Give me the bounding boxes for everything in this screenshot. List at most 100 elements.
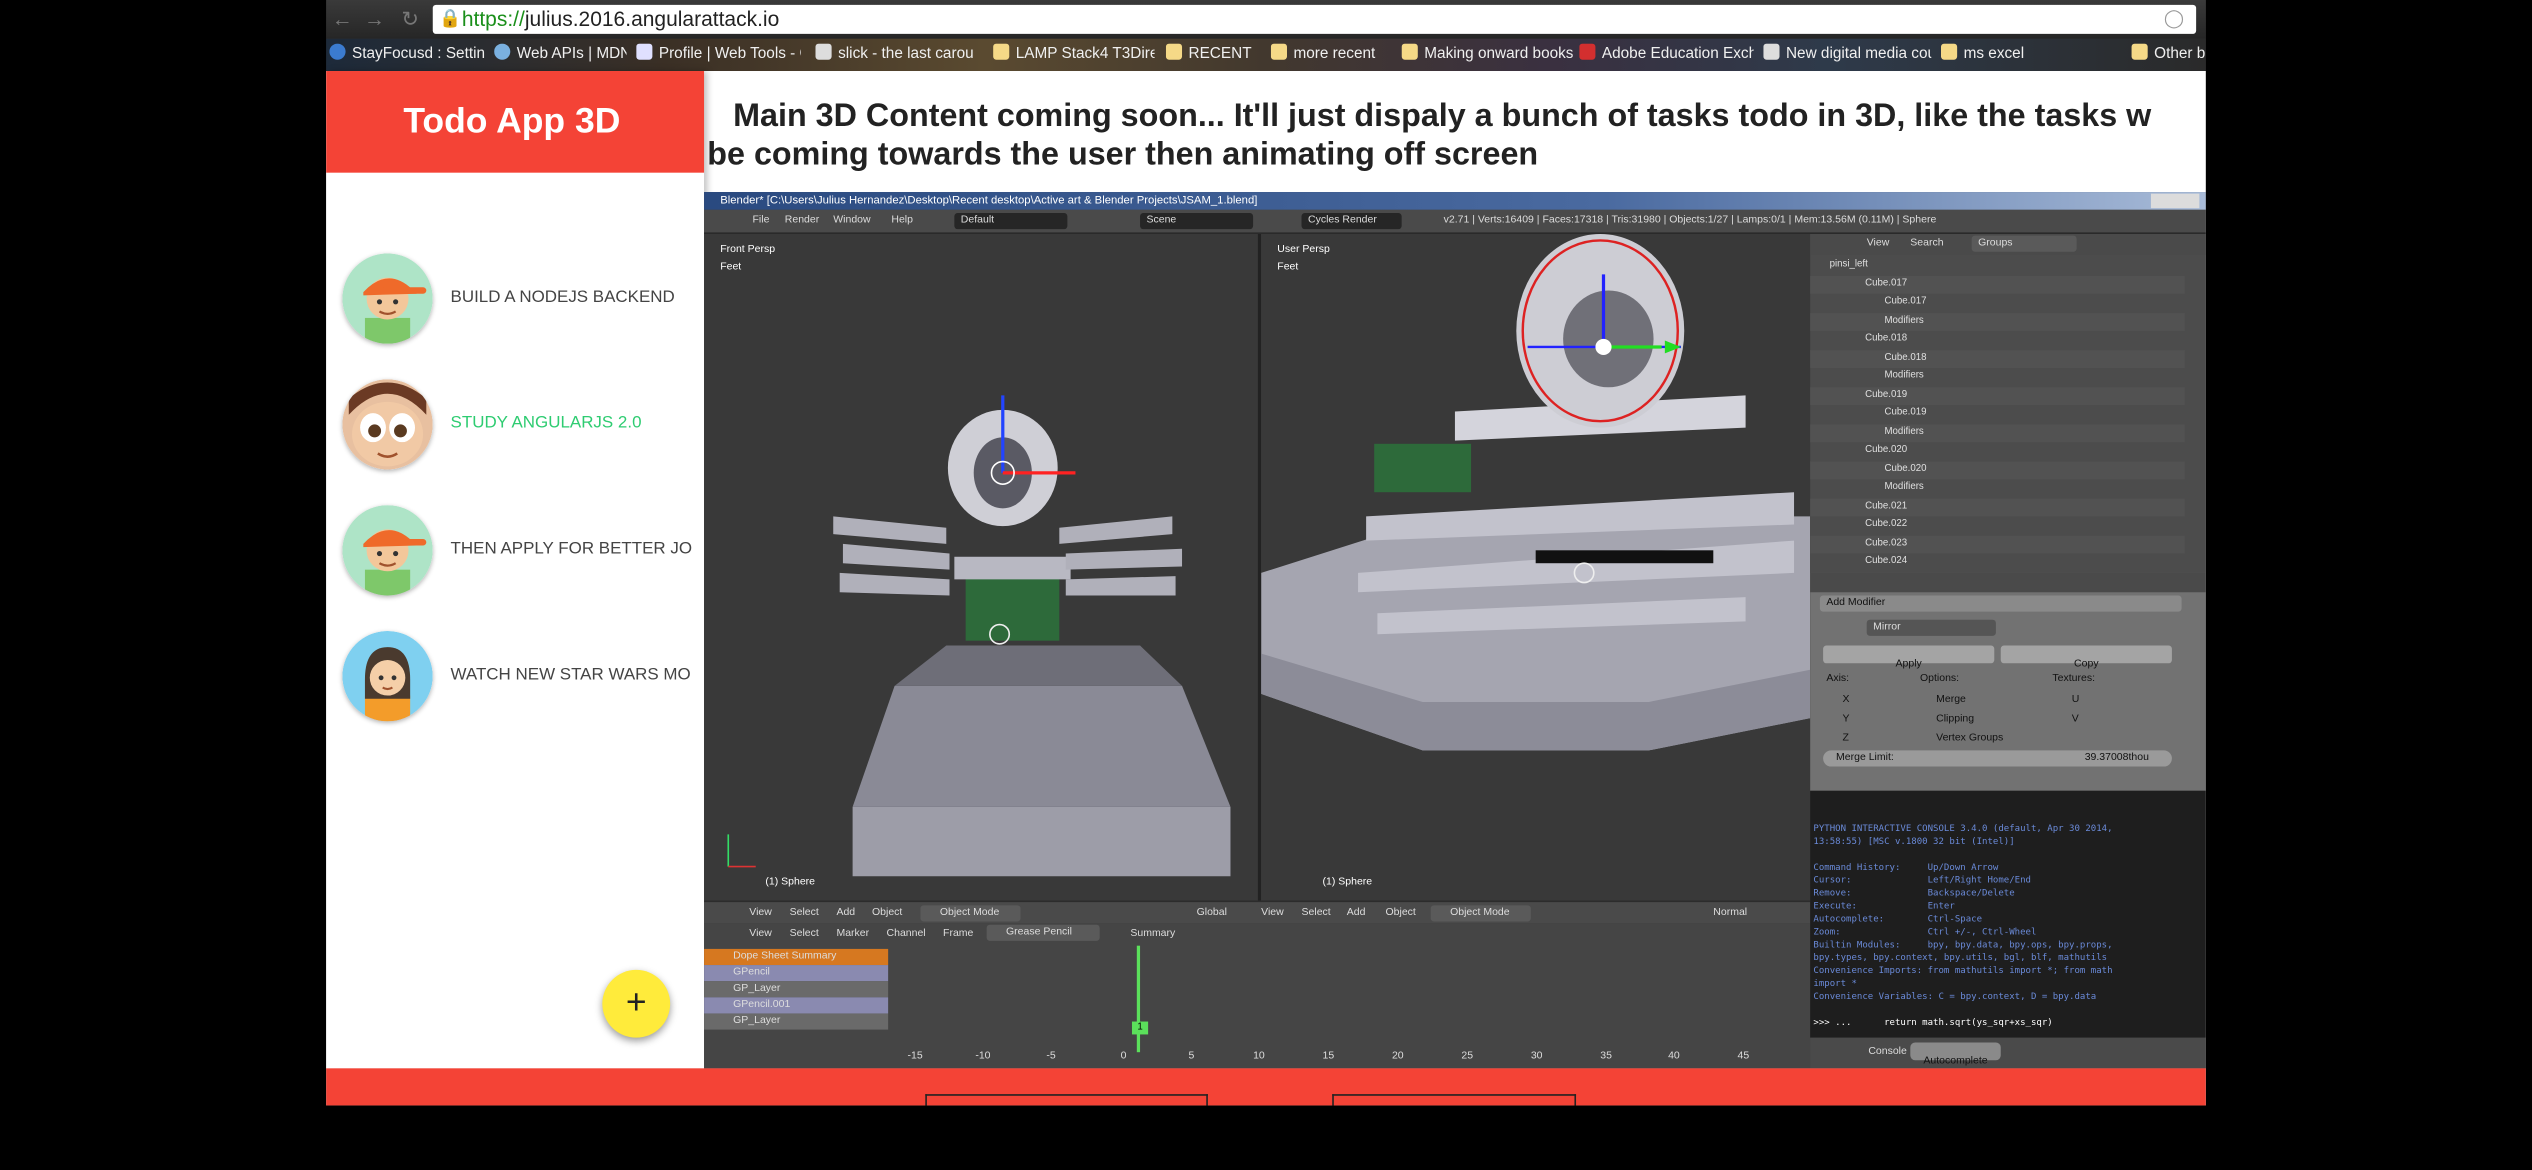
lock-icon: 🔒 [439,9,462,30]
cartoon-face-avatar [342,379,433,470]
menu-file: File [752,214,770,226]
user-model-render [1261,234,1811,751]
outliner-row: Cube.019 [1884,408,1927,418]
blender-screenshot: Blender* [C:\Users\Julius Hernandez\Desk… [704,192,2206,1069]
outliner-header: View Search Groups [1810,234,2206,255]
adobe-icon [1579,43,1596,60]
page-icon [815,43,832,60]
todo-item[interactable]: STUDY ANGULARJS 2.0 [342,379,704,476]
outliner-row: Cube.019 [1810,386,2185,406]
blender-title-bar: Blender* [C:\Users\Julius Hernandez\Desk… [704,192,2206,210]
window-controls [2150,193,2200,209]
bookmark-folder[interactable]: ms excel [1940,43,2054,67]
heading-line-2: be coming towards the user then animatin… [707,137,1539,173]
mode-field-right: Object Mode [1430,905,1531,922]
modifier-name-field: Mirror [1866,619,1996,636]
todo-label: THEN APPLY FOR BETTER JO [450,539,693,559]
todo-item[interactable]: BUILD A NODEJS BACKEND [342,253,704,350]
sidebar: Todo App 3D BUILD A NODEJS BACKEND STUDY… [326,71,705,1069]
properties-panel: Add Modifier Mirror Apply Copy Axis: Opt… [1810,572,2206,791]
page-footer [326,1068,2206,1106]
viewport-header: View Select Add Object Object Mode Globa… [704,900,1811,924]
dope-sheet: View Select Marker Channel Frame Grease … [704,923,1811,1069]
outliner-filter: Groups [1971,235,2077,252]
bookmark-folder[interactable]: more recent [1270,43,1397,67]
page-icon [1763,43,1780,60]
user-viewport: User Persp Feet (1) Sphere [1261,234,1811,901]
boy-cap-avatar [342,253,433,344]
todo-item[interactable]: THEN APPLY FOR BETTER JO [342,505,704,602]
url-input[interactable]: 🔒 https://julius.2016.angularattack.io ◯ [432,4,2197,34]
back-icon[interactable]: ← [329,6,355,32]
folder-icon [1165,43,1183,60]
url-host: julius.2016.angularattack.io [524,6,780,31]
grease-pencil-field: Grease Pencil [986,924,1100,941]
footer-box-right[interactable] [1332,1094,1577,1106]
outliner-row: Cube.020 [1810,460,2185,480]
outliner-row: Modifiers [1810,423,2185,443]
folder-icon [1940,43,1958,60]
layout-field: Default [954,213,1068,230]
address-bar-row: ← → ↻ 🔒 https://julius.2016.angularattac… [326,0,2206,39]
menu-window: Window [833,214,871,226]
copy-button: Copy [2000,645,2172,670]
outliner: View Search Groups pinsi_left Cube.017 C… [1810,234,2206,573]
menu-render: Render [784,214,820,226]
todo-item[interactable]: WATCH NEW STAR WARS MO [342,630,704,728]
footer-box-left[interactable] [925,1094,1208,1106]
bookmark-item[interactable]: Adobe Education Excha [1579,43,1754,67]
todo-label: BUILD A NODEJS BACKEND [450,287,675,307]
shield-icon[interactable]: ◯ [2164,8,2187,31]
blender-info-header: File Render Window Help Default Scene Cy… [704,209,2206,235]
bookmark-folder[interactable]: RECENT [1165,43,1266,67]
url-text: https://julius.2016.angularattack.io [462,6,779,32]
outliner-row: Cube.018 [1810,349,2185,368]
outliner-row: Cube.018 [1865,334,1908,344]
outliner-row: pinsi_left [1829,259,1868,270]
boy-cap-avatar [342,505,433,596]
bookmark-item[interactable]: Profile | Web Tools - G [636,43,801,67]
forward-icon[interactable]: → [362,6,388,32]
bookmark-item[interactable]: slick - the last carou [815,43,976,67]
outliner-row: Modifiers [1884,371,1924,381]
outliner-row: Cube.022 [1865,519,1908,530]
outliner-row: Cube.020 [1865,445,1908,456]
channel-gpencil: GPencil [704,965,889,982]
bookmark-folder[interactable]: Other b [2131,43,2206,67]
outliner-row: Cube.017 [1810,275,2185,294]
outliner-row: Cube.024 [1865,556,1908,567]
bookmark-folder[interactable]: LAMP Stack4 T3Direct [993,43,1155,67]
bookmark-item[interactable]: New digital media cour [1763,43,1931,67]
current-frame: 1 [1131,1021,1149,1035]
folder-icon [993,43,1010,60]
python-console: PYTHON INTERACTIVE CONSOLE 3.4.0 (defaul… [1810,790,2206,1038]
add-modifier-field: Add Modifier [1819,595,2182,612]
apply-button: Apply [1823,645,1995,670]
bookmark-item[interactable]: Web APIs | MDN [494,43,627,67]
bookmark-item[interactable]: StayFocusd : Settings [329,43,484,67]
globe-icon [329,43,346,60]
outliner-row: Modifiers [1810,312,2185,331]
playhead [1136,945,1141,1053]
channel-summary: Dope Sheet Summary [704,948,889,966]
outliner-row: Cube.017 [1884,296,1927,307]
bookmark-folder[interactable]: Making onward books [1401,43,1573,67]
bookmarks-bar: StayFocusd : Settings Web APIs | MDN Pro… [326,38,2206,72]
reload-icon[interactable]: ↻ [397,6,423,32]
frame-ruler: -15 -10 -5 0 5 10 15 20 25 30 35 40 45 [907,1050,1750,1062]
console-footer: Console Autocomplete [1810,1037,2206,1069]
heading-line-1: Main 3D Content coming soon... It'll jus… [733,98,2152,134]
menu-help: Help [891,214,913,226]
autocomplete-button: Autocomplete [1910,1042,2001,1067]
add-task-button[interactable]: + [602,969,671,1038]
folder-icon [1401,43,1418,60]
screen: ← → ↻ 🔒 https://julius.2016.angularattac… [0,0,2532,1170]
mdn-icon [494,43,511,60]
app-title: Todo App 3D [403,100,621,141]
browser-chrome: ← → ↻ 🔒 https://julius.2016.angularattac… [326,0,2206,72]
url-protocol: https:// [461,6,525,31]
properties-tabs [1810,572,2206,593]
scene-stats: v2.71 | Verts:16409 | Faces:17318 | Tris… [1443,214,1937,226]
channel-layer: GP_Layer [704,981,889,998]
todo-label: WATCH NEW STAR WARS MO [450,664,691,685]
